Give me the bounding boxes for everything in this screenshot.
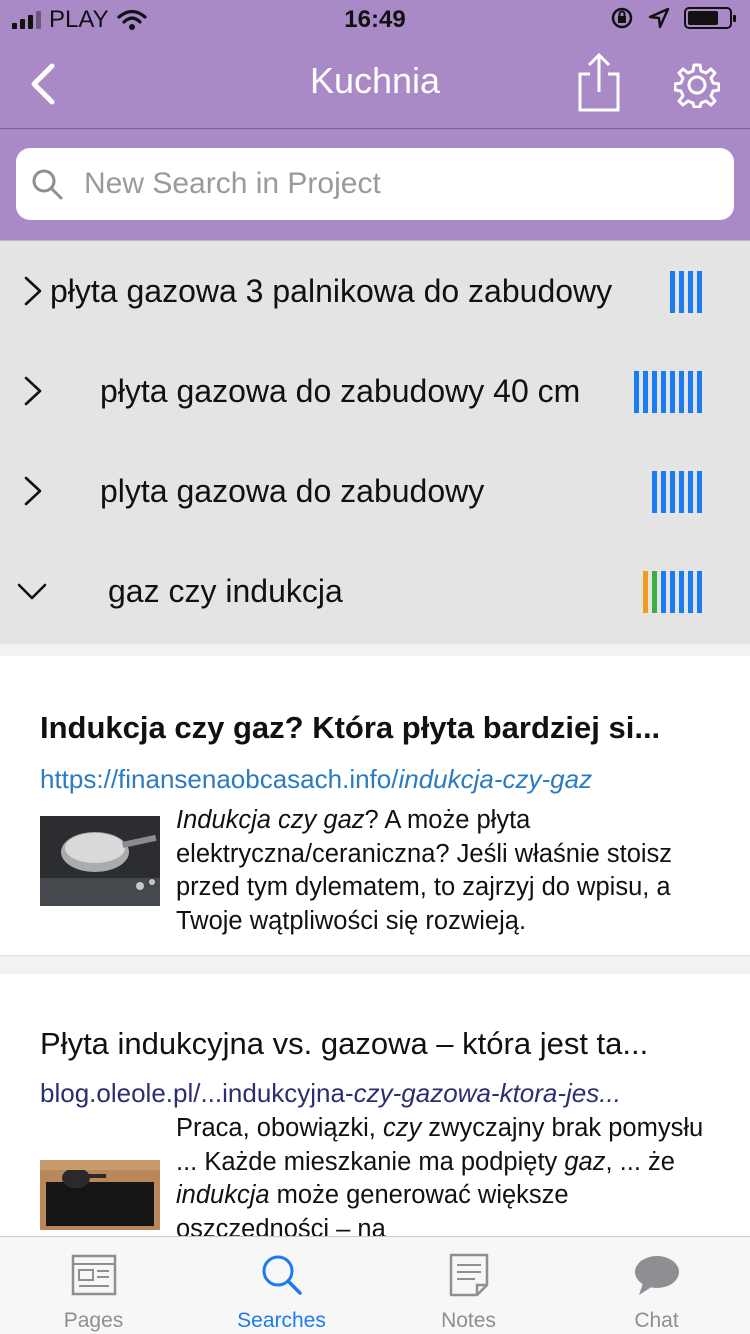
count-bar (688, 271, 693, 313)
query-list: płyta gazowa 3 palnikowa do zabudowy pły… (0, 240, 750, 644)
query-row[interactable]: płyta gazowa 3 palnikowa do zabudowy (0, 241, 750, 341)
query-row-expanded[interactable]: gaz czy indukcja (0, 541, 750, 641)
tab-bar: Pages Searches Notes Chat (0, 1236, 750, 1334)
nav-divider (0, 128, 750, 129)
count-bar (670, 471, 675, 513)
count-bar (643, 571, 648, 613)
count-bar (652, 371, 657, 413)
tab-label: Pages (63, 1309, 124, 1332)
result-url[interactable]: blog.oleole.pl/...indukcyjna-czy-gazowa-… (40, 1078, 712, 1109)
count-bar (661, 371, 666, 413)
tab-label: Notes (441, 1309, 496, 1332)
chevron-right-icon[interactable] (18, 275, 46, 307)
navigation-bar: Kuchnia (0, 40, 750, 128)
header: PLAY 16:49 Kuchnia (0, 0, 750, 240)
count-bar (697, 571, 702, 613)
chat-icon (635, 1256, 679, 1295)
search-icon (32, 169, 63, 200)
page-title: Kuchnia (309, 60, 441, 101)
chevron-right-icon[interactable] (18, 475, 46, 507)
result-count-bars (634, 371, 702, 413)
count-bar (688, 371, 693, 413)
location-icon (648, 7, 670, 29)
search-input[interactable] (84, 167, 684, 201)
rotation-lock-icon (611, 7, 633, 29)
count-bar (661, 571, 666, 613)
chevron-down-icon[interactable] (16, 577, 48, 605)
query-row[interactable]: plyta gazowa do zabudowy (0, 441, 750, 541)
pages-icon (71, 1254, 117, 1296)
count-bar (652, 471, 657, 513)
count-bar (643, 371, 648, 413)
count-bar (679, 571, 684, 613)
tab-chat[interactable]: Chat (563, 1237, 750, 1334)
count-bar (697, 271, 702, 313)
result-thumbnail-image (40, 816, 160, 906)
search-bar[interactable] (16, 148, 734, 220)
query-text[interactable]: gaz czy indukcja (108, 573, 343, 610)
count-bar (670, 271, 675, 313)
tab-label: Chat (634, 1309, 679, 1332)
query-text[interactable]: plyta gazowa do zabudowy (100, 473, 484, 510)
count-bar (652, 571, 657, 613)
count-bar (634, 371, 639, 413)
count-bar (688, 571, 693, 613)
count-bar (697, 371, 702, 413)
tab-label: Searches (237, 1309, 326, 1332)
tab-searches[interactable]: Searches (188, 1237, 375, 1334)
count-bar (679, 371, 684, 413)
result-card[interactable]: Indukcja czy gaz? Która płyta bardziej s… (0, 656, 750, 956)
share-button[interactable] (574, 52, 624, 114)
result-snippet: Praca, obowiązki, czy zwyczajny brak pom… (176, 1114, 704, 1236)
chevron-right-icon[interactable] (18, 375, 46, 407)
search-icon (262, 1255, 302, 1295)
count-bar (670, 571, 675, 613)
settings-gear-button[interactable] (674, 62, 720, 108)
status-bar: PLAY 16:49 (0, 0, 750, 40)
result-title[interactable]: Indukcja czy gaz? Która płyta bardziej s… (40, 710, 712, 746)
query-text[interactable]: płyta gazowa do zabudowy 40 cm (100, 373, 580, 410)
count-bar (670, 371, 675, 413)
result-url[interactable]: https://finansenaobcasach.info/indukcja-… (40, 764, 712, 795)
result-card[interactable]: Płyta indukcyjna vs. gazowa – która jest… (0, 974, 750, 1236)
count-bar (688, 471, 693, 513)
result-thumbnail-image (40, 1160, 160, 1230)
notes-icon (449, 1253, 489, 1297)
result-count-bars (643, 571, 702, 613)
result-count-bars (652, 471, 702, 513)
results-feed: Indukcja czy gaz? Która płyta bardziej s… (0, 644, 750, 1236)
count-bar (697, 471, 702, 513)
battery-icon (684, 7, 736, 29)
count-bar (661, 471, 666, 513)
count-bar (679, 471, 684, 513)
result-count-bars (670, 271, 702, 313)
query-row[interactable]: płyta gazowa do zabudowy 40 cm (0, 341, 750, 441)
tab-notes[interactable]: Notes (375, 1237, 562, 1334)
status-icons (610, 6, 736, 30)
query-text[interactable]: płyta gazowa 3 palnikowa do zabudowy (50, 273, 612, 310)
count-bar (679, 271, 684, 313)
result-title[interactable]: Płyta indukcyjna vs. gazowa – która jest… (40, 1026, 712, 1062)
result-snippet: Indukcja czy gaz? A może płyta elektrycz… (176, 806, 673, 935)
tab-pages[interactable]: Pages (0, 1237, 187, 1334)
